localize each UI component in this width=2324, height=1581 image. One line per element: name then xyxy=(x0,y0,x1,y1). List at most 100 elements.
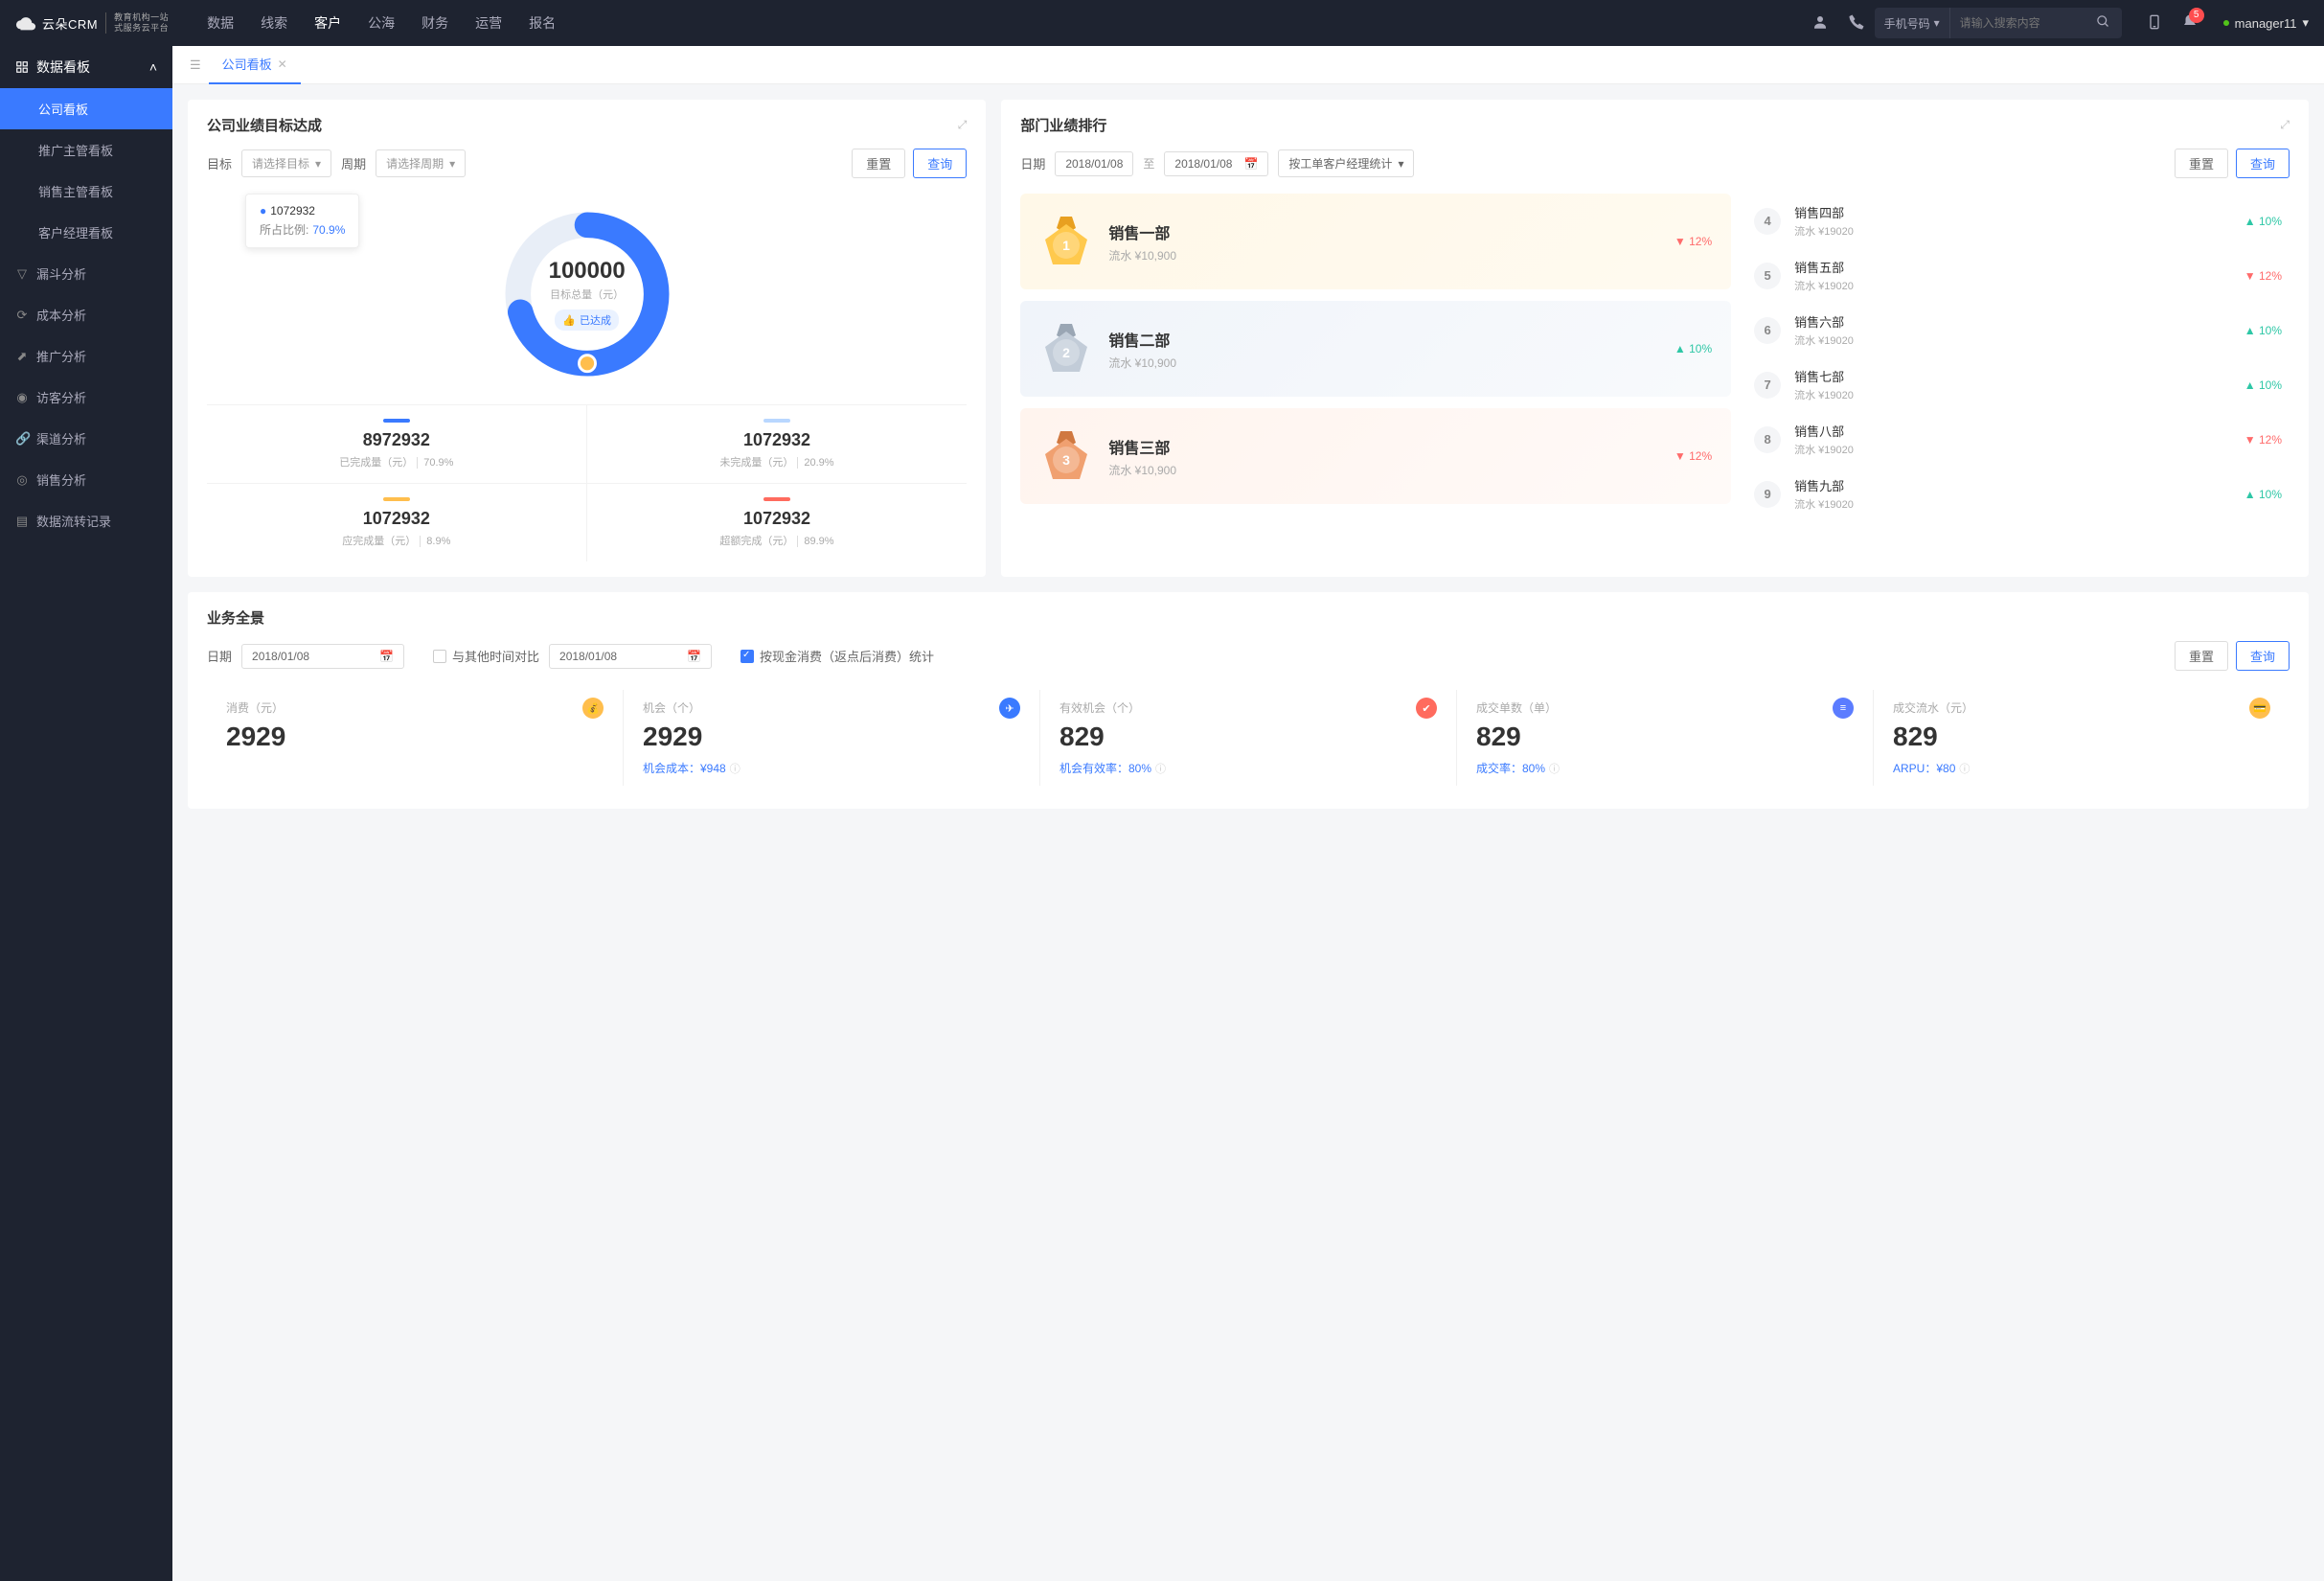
sidebar-item[interactable]: ◎销售分析 xyxy=(0,459,172,500)
sidebar-item[interactable]: 推广主管看板 xyxy=(0,129,172,171)
query-button[interactable]: 查询 xyxy=(2236,149,2290,178)
sidebar-item[interactable]: 🔗渠道分析 xyxy=(0,418,172,459)
sidebar-item[interactable]: ◉访客分析 xyxy=(0,377,172,418)
sidebar-item-icon: ▽ xyxy=(15,266,29,282)
topnav-item[interactable]: 运营 xyxy=(475,13,502,33)
topnav-item[interactable]: 报名 xyxy=(529,13,556,33)
metric-icon: ✈ xyxy=(999,698,1020,719)
query-button[interactable]: 查询 xyxy=(2236,641,2290,671)
sidebar-item[interactable]: 客户经理看板 xyxy=(0,212,172,253)
search-box: 手机号码▾ xyxy=(1875,8,2122,38)
goal-card: 公司业绩目标达成 ⤢ 目标 请选择目标▾ 周期 请选择周期▾ 重置 查询 ●10… xyxy=(188,100,986,577)
rank-row[interactable]: 5销售五部流水 ¥19020▼ 12% xyxy=(1746,248,2290,303)
notif-badge: 5 xyxy=(2189,8,2204,23)
sidebar-item-icon: ◎ xyxy=(15,472,29,488)
help-icon[interactable]: ⓘ xyxy=(1155,761,1166,776)
stat-cell: 1072932未完成量（元）20.9% xyxy=(587,404,968,483)
reset-button[interactable]: 重置 xyxy=(2175,641,2228,671)
sidebar-item-icon: ⬈ xyxy=(15,349,29,364)
period-select[interactable]: 请选择周期▾ xyxy=(376,149,466,177)
sidebar-item[interactable]: ⬈推广分析 xyxy=(0,335,172,377)
rank-number: 5 xyxy=(1754,263,1781,289)
metric-icon: 💳 xyxy=(2249,698,2270,719)
date-from-input[interactable]: 2018/01/08 xyxy=(1055,151,1133,176)
expand-icon[interactable]: ⤢ xyxy=(958,118,968,132)
topnav-item[interactable]: 财务 xyxy=(422,13,448,33)
rank-row[interactable]: 6销售六部流水 ¥19020▲ 10% xyxy=(1746,303,2290,357)
stat-cell: 1072932应完成量（元）8.9% xyxy=(207,483,587,561)
calendar-icon: 📅 xyxy=(687,650,701,663)
calendar-icon: 📅 xyxy=(1243,157,1258,171)
rank-number: 6 xyxy=(1754,317,1781,344)
metric-cell: 成交流水（元）💳829ARPU：¥80 ⓘ xyxy=(1874,690,2290,786)
chevron-down-icon: ▾ xyxy=(1934,16,1940,30)
tab-company-board[interactable]: 公司看板 ✕ xyxy=(209,46,301,84)
rank-row[interactable]: 4销售四部流水 ¥19020▲ 10% xyxy=(1746,194,2290,248)
phone-icon[interactable] xyxy=(1848,13,1865,34)
help-icon[interactable]: ⓘ xyxy=(1959,761,1970,776)
device-icon[interactable] xyxy=(2147,13,2162,34)
bell-icon[interactable]: 5 xyxy=(2181,13,2199,34)
search-icon[interactable] xyxy=(2085,14,2122,32)
stat-cell: 1072932超额完成（元）89.9% xyxy=(587,483,968,561)
expand-icon[interactable]: ⤢ xyxy=(2280,118,2290,132)
search-input[interactable] xyxy=(1950,16,2085,30)
logo[interactable]: 云朵CRM 教育机构一站式服务云平台 xyxy=(15,12,169,34)
help-icon[interactable]: ⓘ xyxy=(730,761,740,776)
svg-text:1: 1 xyxy=(1062,238,1070,253)
date-input-2[interactable]: 2018/01/08📅 xyxy=(549,644,712,669)
reset-button[interactable]: 重置 xyxy=(2175,149,2228,178)
topnav-item[interactable]: 线索 xyxy=(261,13,287,33)
search-type-select[interactable]: 手机号码▾ xyxy=(1875,8,1950,38)
cash-stat-checkbox[interactable] xyxy=(740,650,754,663)
brand-tagline: 教育机构一站式服务云平台 xyxy=(105,12,169,34)
medal-icon: 1 xyxy=(1039,215,1093,268)
rank-row[interactable]: 7销售七部流水 ¥19020▲ 10% xyxy=(1746,357,2290,412)
sidebar-item[interactable]: ▽漏斗分析 xyxy=(0,253,172,294)
tab-label: 公司看板 xyxy=(222,55,272,73)
user-menu[interactable]: manager11 ▾ xyxy=(2223,15,2309,31)
sidebar-item[interactable]: 销售主管看板 xyxy=(0,171,172,212)
topnav-item[interactable]: 公海 xyxy=(368,13,395,33)
medal-icon: 3 xyxy=(1039,429,1093,483)
user-icon[interactable] xyxy=(1811,13,1829,34)
medal-icon: 2 xyxy=(1039,322,1093,376)
sidebar-item-icon: ◉ xyxy=(15,390,29,405)
rank-row[interactable]: 8销售八部流水 ¥19020▼ 12% xyxy=(1746,412,2290,467)
compare-checkbox[interactable] xyxy=(433,650,446,663)
biz-card: 业务全景 日期 2018/01/08📅 与其他时间对比 2018/01/08📅 … xyxy=(188,592,2309,809)
query-button[interactable]: 查询 xyxy=(913,149,967,178)
cash-stat-label: 按现金消费（返点后消费）统计 xyxy=(760,647,934,665)
sidebar-item[interactable]: ⟳成本分析 xyxy=(0,294,172,335)
sidebar-group-dashboards[interactable]: 数据看板 ˄ xyxy=(0,46,172,88)
metric-cell: 成交单数（单）≡829成交率：80% ⓘ xyxy=(1457,690,1874,786)
reset-button[interactable]: 重置 xyxy=(852,149,905,178)
rank-top-card[interactable]: 1销售一部流水 ¥10,900▼ 12% xyxy=(1020,194,1731,289)
sidebar-item-icon: ⟳ xyxy=(15,308,29,323)
biz-title: 业务全景 xyxy=(207,607,2290,628)
close-icon[interactable]: ✕ xyxy=(278,57,287,71)
metric-icon: 💰 xyxy=(582,698,604,719)
rank-number: 4 xyxy=(1754,208,1781,235)
rank-row[interactable]: 9销售九部流水 ¥19020▲ 10% xyxy=(1746,467,2290,521)
hamburger-icon[interactable]: ☰ xyxy=(182,57,209,73)
topnav-item[interactable]: 客户 xyxy=(314,13,341,33)
topnav-item[interactable]: 数据 xyxy=(207,13,234,33)
rank-top-card[interactable]: 3销售三部流水 ¥10,900▼ 12% xyxy=(1020,408,1731,504)
topbar: 云朵CRM 教育机构一站式服务云平台 数据线索客户公海财务运营报名 手机号码▾ … xyxy=(0,0,2324,46)
date-input-1[interactable]: 2018/01/08📅 xyxy=(241,644,404,669)
dashboard-icon xyxy=(15,60,29,74)
rank-number: 8 xyxy=(1754,426,1781,453)
metric-cell: 有效机会（个）✔829机会有效率：80% ⓘ xyxy=(1040,690,1457,786)
sidebar-item[interactable]: 公司看板 xyxy=(0,88,172,129)
target-select[interactable]: 请选择目标▾ xyxy=(241,149,331,177)
stat-by-select[interactable]: 按工单客户经理统计▾ xyxy=(1278,149,1414,177)
sidebar-item[interactable]: ▤数据流转记录 xyxy=(0,500,172,541)
help-icon[interactable]: ⓘ xyxy=(1549,761,1560,776)
goal-title: 公司业绩目标达成 xyxy=(207,115,322,135)
svg-text:2: 2 xyxy=(1062,345,1070,360)
metric-icon: ≡ xyxy=(1833,698,1854,719)
date-to-input[interactable]: 2018/01/08📅 xyxy=(1164,151,1268,176)
stat-cell: 8972932已完成量（元）70.9% xyxy=(207,404,587,483)
rank-top-card[interactable]: 2销售二部流水 ¥10,900▲ 10% xyxy=(1020,301,1731,397)
